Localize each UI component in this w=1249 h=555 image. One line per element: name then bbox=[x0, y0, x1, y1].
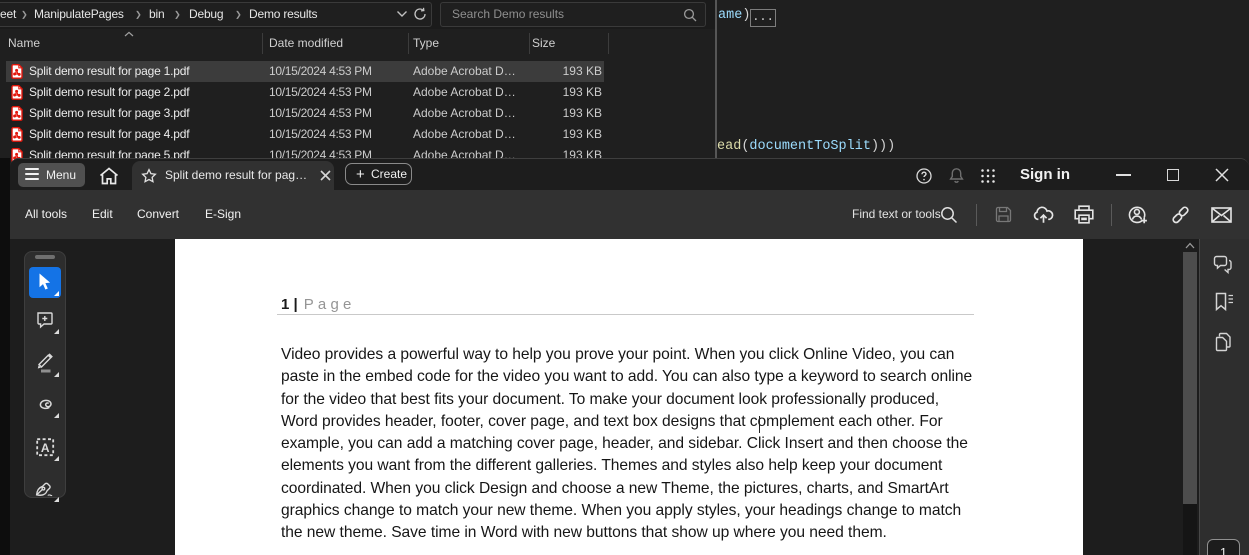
svg-text:A: A bbox=[41, 441, 50, 455]
